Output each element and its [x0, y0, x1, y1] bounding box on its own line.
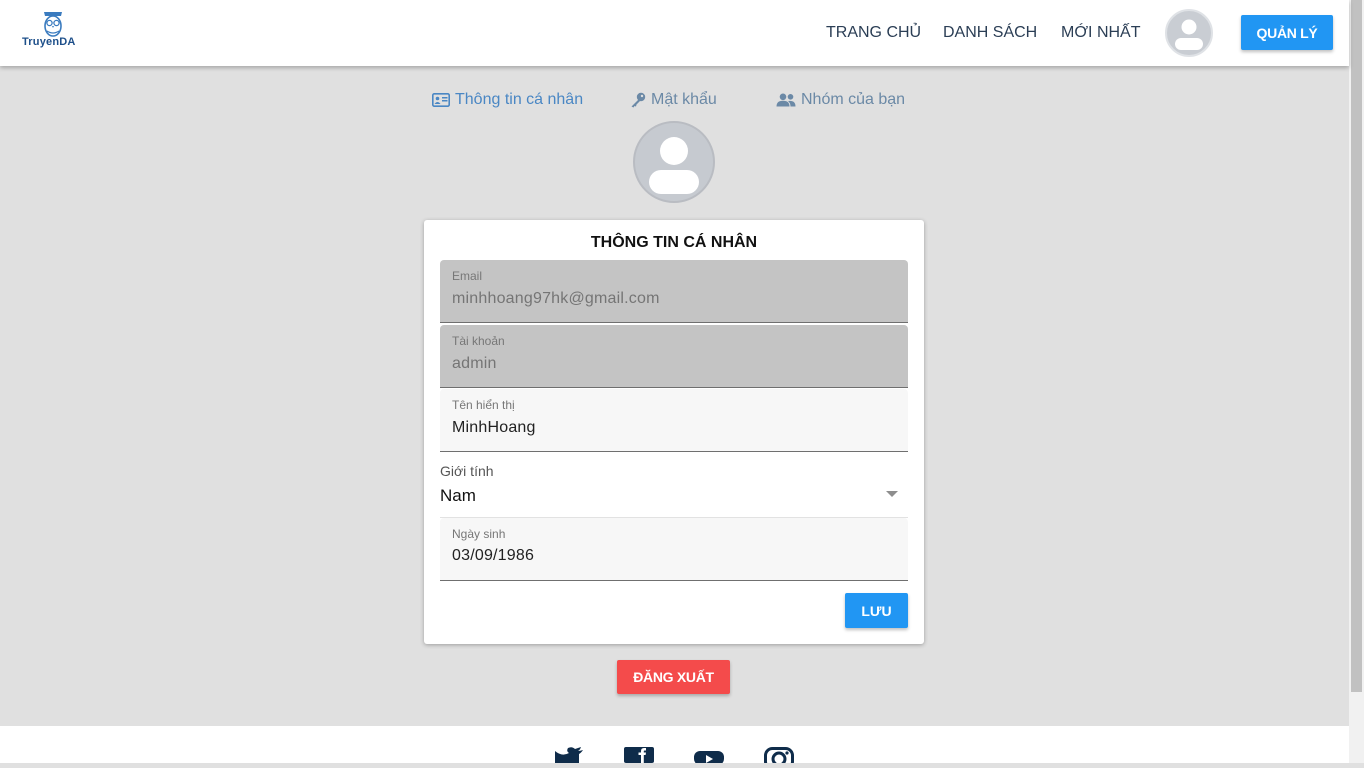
avatar-icon [1165, 9, 1213, 57]
tab-password-label: Mật khẩu [651, 91, 717, 108]
display-name-label: Tên hiển thị [452, 398, 515, 412]
nav-list-link[interactable]: DANH SÁCH [943, 24, 1037, 42]
dropdown-arrow-icon[interactable] [886, 491, 898, 497]
birthday-value[interactable]: 03/09/1986 [452, 547, 534, 565]
logo-text: TruyenDA [22, 36, 76, 48]
youtube-icon[interactable] [694, 747, 724, 768]
nav-latest-link[interactable]: MỚI NHẤT [1061, 24, 1141, 42]
birthday-field[interactable]: Ngày sinh 03/09/1986 [440, 518, 908, 581]
footer [0, 726, 1349, 763]
facebook-icon[interactable] [624, 747, 654, 768]
id-card-icon [432, 93, 450, 107]
tab-groups-label: Nhóm của bạn [801, 91, 906, 108]
account-field: Tài khoản admin [440, 325, 908, 388]
birthday-label: Ngày sinh [452, 527, 506, 541]
tab-personal-info[interactable]: Thông tin cá nhân [432, 91, 583, 109]
tab-password[interactable]: Mật khẩu [630, 91, 717, 109]
user-avatar[interactable] [1165, 9, 1213, 57]
display-name-value[interactable]: MinhHoang [452, 419, 536, 437]
owl-logo-icon [44, 12, 62, 37]
email-field: Email minhhoang97hk@gmail.com [440, 260, 908, 323]
logout-button[interactable]: ĐĂNG XUẤT [617, 660, 730, 694]
account-value: admin [452, 355, 497, 372]
manage-button[interactable]: QUẢN LÝ [1241, 15, 1333, 50]
avatar-icon [633, 121, 715, 203]
nav-home-link[interactable]: TRANG CHỦ [826, 24, 921, 42]
account-label: Tài khoản [452, 334, 505, 348]
instagram-icon[interactable] [764, 747, 794, 768]
gender-label: Giới tính [440, 463, 494, 479]
profile-card: THÔNG TIN CÁ NHÂN Email minhhoang97hk@gm… [424, 220, 924, 644]
display-name-field[interactable]: Tên hiển thị MinhHoang [440, 389, 908, 452]
profile-avatar[interactable] [632, 120, 716, 204]
top-navbar: TruyenDA TRANG CHỦ DANH SÁCH MỚI NHẤT QU… [0, 0, 1349, 66]
twitter-icon[interactable] [554, 747, 584, 768]
tab-personal-info-label: Thông tin cá nhân [455, 91, 584, 108]
email-label: Email [452, 269, 483, 283]
save-button[interactable]: LƯU [845, 593, 908, 628]
tab-groups[interactable]: Nhóm của bạn [776, 91, 905, 109]
users-icon [776, 93, 796, 107]
scrollbar-thumb[interactable] [1351, 0, 1362, 692]
email-value: minhhoang97hk@gmail.com [452, 290, 660, 307]
key-icon [631, 92, 646, 108]
gender-select[interactable]: Nam [440, 486, 476, 506]
card-title: THÔNG TIN CÁ NHÂN [590, 234, 758, 251]
